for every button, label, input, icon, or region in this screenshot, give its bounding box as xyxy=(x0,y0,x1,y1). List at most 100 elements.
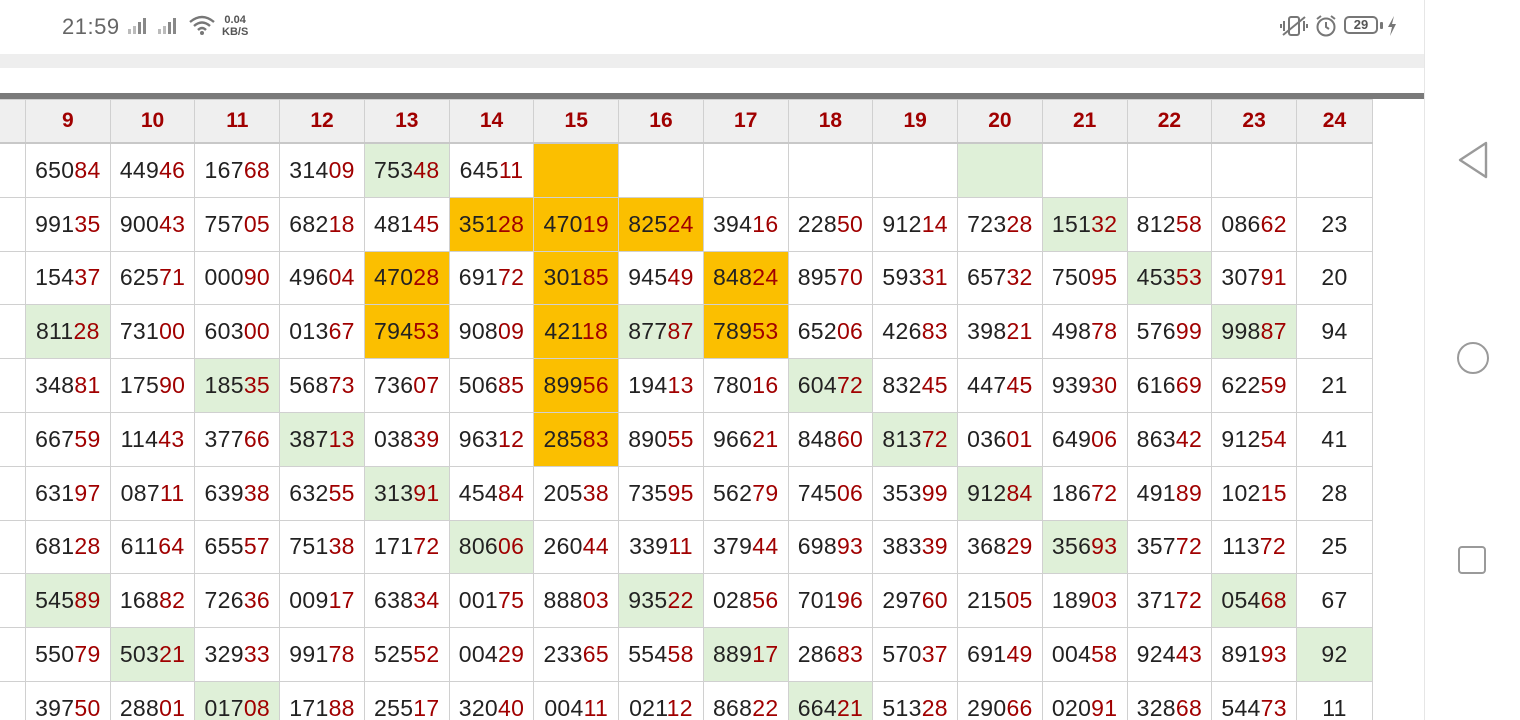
cell-digits-prefix: 387 xyxy=(289,425,329,452)
cell-digits-suffix: 06 xyxy=(836,479,864,506)
cell-digits-prefix: 877 xyxy=(628,318,668,345)
cell-digits-suffix: 32 xyxy=(1006,264,1033,291)
table-cell: 45353 xyxy=(1126,250,1213,306)
table-cell: 91284 xyxy=(957,465,1043,521)
table-cell: 65206 xyxy=(787,304,874,360)
table-cell: 63834 xyxy=(363,573,450,629)
table-cell: 56873 xyxy=(279,358,365,413)
network-speed-value: 0.04 xyxy=(224,14,246,26)
cell-digits-prefix: 421 xyxy=(544,318,582,345)
cell-digits-partial: 25 xyxy=(1321,533,1348,560)
table-cell: 99178 xyxy=(279,627,365,682)
cell-digits-suffix: 11 xyxy=(498,156,524,183)
cell-digits-suffix: 60 xyxy=(836,425,864,452)
home-icon[interactable] xyxy=(1457,342,1489,374)
cell-digits-prefix: 113 xyxy=(1222,533,1260,560)
table-cell: 39821 xyxy=(957,304,1043,360)
cell-digits-prefix: 470 xyxy=(543,210,583,237)
cell-digits-partial: 38 xyxy=(0,480,1,506)
table-cell: 38713 xyxy=(279,411,365,467)
cell-digits-suffix: 29 xyxy=(1006,533,1033,560)
cell-digits-suffix: 22 xyxy=(667,587,694,614)
table-cell: 73607 xyxy=(363,358,450,413)
cell-digits-prefix: 900 xyxy=(119,210,160,237)
cell-digits-prefix: 631 xyxy=(35,479,75,506)
cell-digits-prefix: 726 xyxy=(204,587,244,614)
cell-digits-prefix: 102 xyxy=(1221,479,1261,506)
table-cell: 56279 xyxy=(702,465,789,521)
cell-digits-prefix: 888 xyxy=(543,587,583,614)
cell-digits-prefix: 750 xyxy=(1051,264,1092,291)
column-header: 15 xyxy=(533,99,620,144)
table-cell: 72328 xyxy=(957,196,1043,252)
table-cell: 57699 xyxy=(1126,304,1213,360)
cell-digits-suffix: 87 xyxy=(667,318,694,345)
cell-digits-prefix: 001 xyxy=(458,587,499,614)
table-cell: 90043 xyxy=(109,196,196,252)
cell-digits-suffix: 28 xyxy=(74,533,101,560)
cell-digits-suffix: 72 xyxy=(1091,479,1118,506)
column-header: 19 xyxy=(872,99,959,144)
table-cell: 65732 xyxy=(957,250,1043,306)
back-icon[interactable] xyxy=(1456,140,1490,180)
table-cell: 96621 xyxy=(702,411,789,467)
table-cell: 68128 xyxy=(24,519,111,575)
column-header: 20 xyxy=(957,99,1043,144)
cell-digits-suffix: 72 xyxy=(921,425,948,452)
table-cell: 38339 xyxy=(872,519,959,575)
table-cell: 49604 xyxy=(279,250,365,306)
cell-digits-suffix: 54 xyxy=(1260,425,1287,452)
cell-digits-partial: 36 xyxy=(0,587,1,613)
table-cell: 21 xyxy=(1295,358,1374,413)
cell-digits-prefix: 731 xyxy=(119,318,160,345)
table-cell: 54589 xyxy=(24,573,111,629)
cell-digits-suffix: 45 xyxy=(921,372,948,399)
cell-digits-partial: 92 xyxy=(0,533,1,559)
table-cell: 36 xyxy=(0,573,26,629)
cell-digits-prefix: 611 xyxy=(120,533,159,560)
cell-digits-prefix: 945 xyxy=(628,264,668,291)
recent-apps-icon[interactable] xyxy=(1458,546,1486,574)
cell-digits-prefix: 004 xyxy=(544,694,584,720)
table-cell: 75138 xyxy=(279,519,365,575)
cell-digits-prefix: 379 xyxy=(712,533,753,560)
table-cell: 28801 xyxy=(109,680,196,720)
table-cell: 30791 xyxy=(1211,250,1297,306)
cell-digits-prefix: 447 xyxy=(967,372,1007,399)
cell-digits-prefix: 288 xyxy=(119,694,160,720)
cell-digits-prefix: 167 xyxy=(204,156,244,183)
cell-digits-prefix: 751 xyxy=(289,533,329,560)
cell-digits-suffix: 44 xyxy=(752,533,779,560)
cell-digits-suffix: 31 xyxy=(921,264,948,291)
cell-digits-prefix: 682 xyxy=(289,210,329,237)
table-cell: 96312 xyxy=(448,411,535,467)
cell-digits-prefix: 000 xyxy=(204,264,244,291)
cell-digits-prefix: 496 xyxy=(289,264,329,291)
cell-digits-prefix: 832 xyxy=(882,372,922,399)
column-header: 23 xyxy=(1211,99,1297,144)
cell-digits-suffix: 84 xyxy=(1006,479,1033,506)
results-table-viewport[interactable]: 89101112131415161718192021222324 0165084… xyxy=(0,99,1424,720)
table-cell: 78953 xyxy=(702,304,789,360)
cell-digits-prefix: 757 xyxy=(204,210,244,237)
table-cell: 67 xyxy=(1295,573,1374,629)
cell-digits-suffix: 91 xyxy=(1091,694,1118,720)
cell-digits-prefix: 368 xyxy=(967,533,1007,560)
cell-digits-prefix: 593 xyxy=(882,264,922,291)
table-cell xyxy=(1126,142,1213,198)
cell-digits-prefix: 151 xyxy=(1051,210,1092,237)
cell-digits-prefix: 426 xyxy=(882,318,922,345)
table-cell: 19413 xyxy=(618,358,704,413)
table-cell: 16768 xyxy=(194,142,281,198)
cell-digits-suffix: 53 xyxy=(413,318,440,345)
cell-digits-prefix: 013 xyxy=(289,318,329,345)
table-cell: 25517 xyxy=(363,680,450,720)
cell-digits-prefix: 806 xyxy=(458,533,499,560)
table-cell: 08662 xyxy=(1211,196,1297,252)
header-row: 89101112131415161718192021222324 xyxy=(0,99,1374,144)
cell-digits-prefix: 491 xyxy=(1136,479,1176,506)
table-cell: 94549 xyxy=(618,250,704,306)
table-cell: 90809 xyxy=(448,304,535,360)
cell-digits-prefix: 301 xyxy=(543,264,583,291)
table-cell: 51 xyxy=(0,304,26,360)
